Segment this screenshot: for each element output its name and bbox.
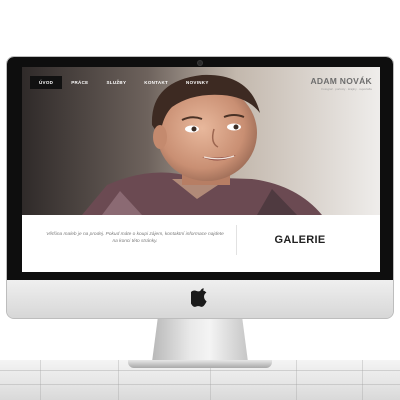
site-brand[interactable]: ADAM NOVÁK Fotograf · portréty · krajiny…	[310, 76, 372, 91]
section-title-galerie: GALERIE	[274, 234, 326, 246]
brand-name: ADAM NOVÁK	[310, 76, 372, 86]
webcam-icon	[198, 61, 202, 65]
floor-seam	[40, 360, 41, 400]
main-nav: Úvod Práce Služby Kontakt Novinky	[30, 76, 218, 89]
content-band: Většina maleb je na prodej. Pokud máte o…	[22, 215, 380, 272]
brand-subtitle: Fotograf · portréty · krajiny · reportáž…	[321, 87, 372, 91]
imac-monitor: Úvod Práce Služby Kontakt Novinky ADAM N…	[7, 57, 393, 318]
monitor-stand-neck	[152, 318, 248, 362]
apple-logo-icon	[191, 288, 207, 307]
floor-seam	[118, 360, 119, 400]
nav-item-prace[interactable]: Práce	[62, 76, 97, 89]
floor-board-line	[0, 384, 400, 385]
website-screen: Úvod Práce Služby Kontakt Novinky ADAM N…	[22, 67, 380, 272]
intro-text: Většina maleb je na prodej. Pokud máte o…	[46, 232, 224, 244]
nav-item-sluzby[interactable]: Služby	[97, 76, 135, 89]
floor-seam	[362, 360, 363, 400]
nav-item-kontakt[interactable]: Kontakt	[135, 76, 177, 89]
monitor-stand-base	[128, 360, 272, 368]
floor-board-line	[0, 370, 400, 371]
monitor-bezel: Úvod Práce Služby Kontakt Novinky ADAM N…	[7, 57, 393, 280]
nav-item-novinky[interactable]: Novinky	[177, 76, 218, 89]
floor-seam	[296, 360, 297, 400]
mockup-stage: Úvod Práce Služby Kontakt Novinky ADAM N…	[0, 0, 400, 400]
nav-item-uvod[interactable]: Úvod	[30, 76, 63, 89]
content-divider	[236, 225, 237, 255]
hero-photo: Úvod Práce Služby Kontakt Novinky ADAM N…	[22, 67, 380, 215]
